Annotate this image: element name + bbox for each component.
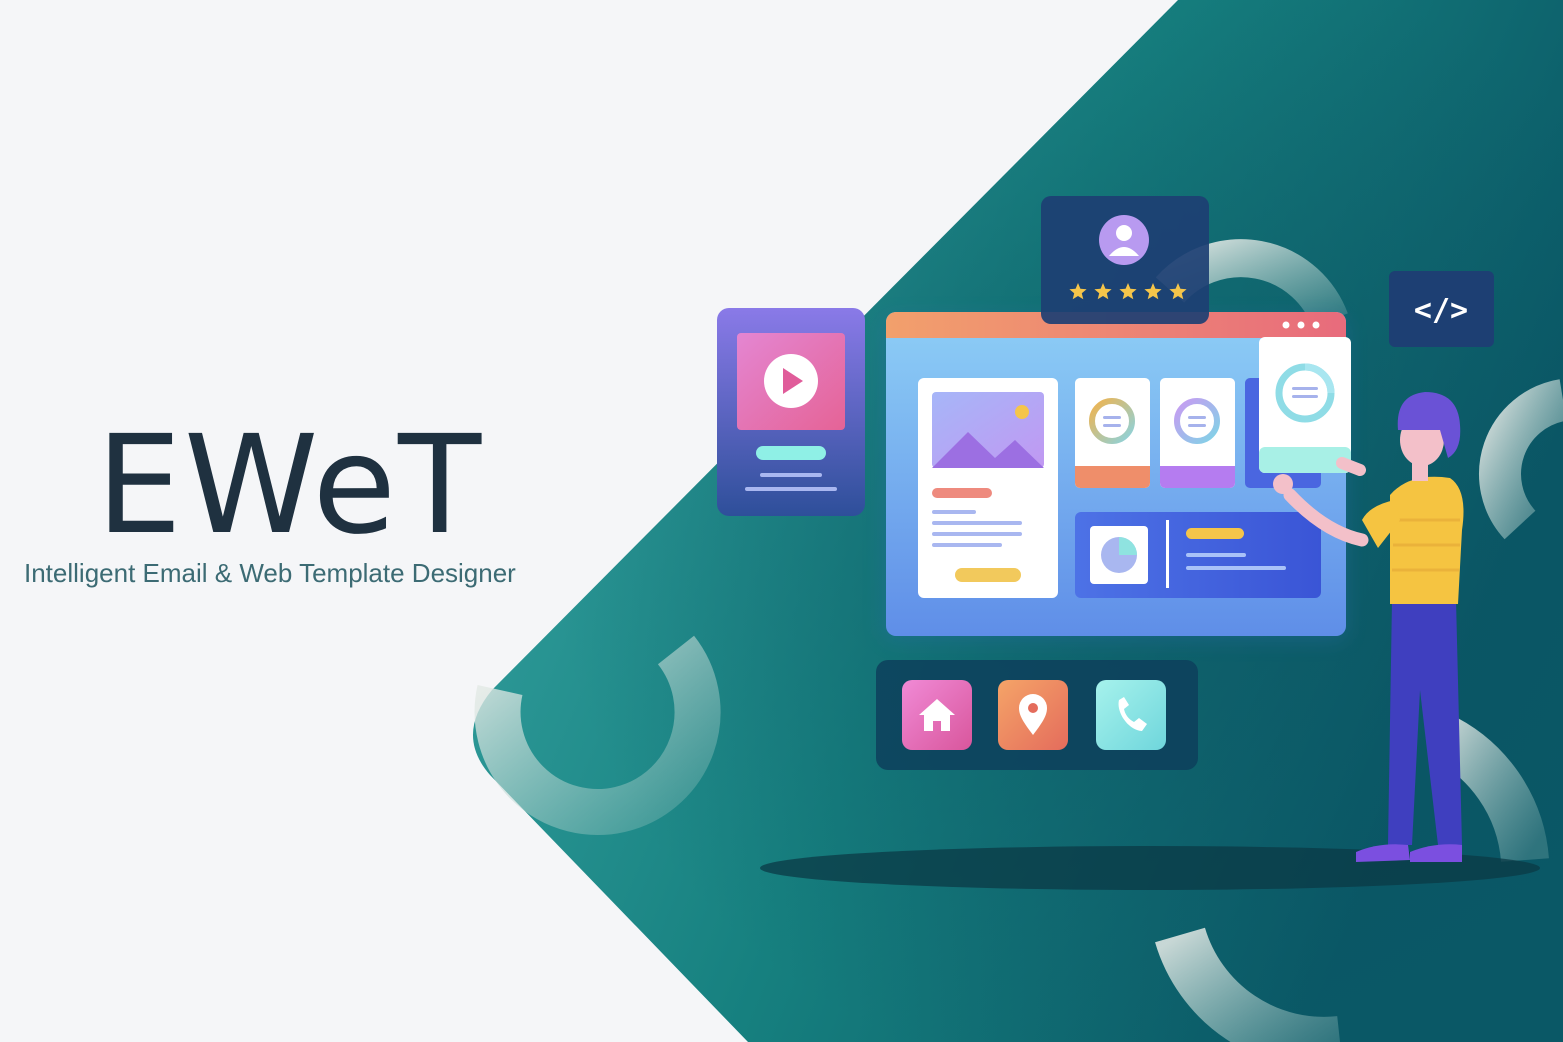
floating-chart-card bbox=[1259, 337, 1351, 473]
phone-icon bbox=[1096, 680, 1166, 750]
stat-card-1 bbox=[1075, 378, 1150, 488]
app-title: EWeT bbox=[96, 407, 484, 565]
app-icon-dock bbox=[876, 660, 1198, 770]
app-subtitle: Intelligent Email & Web Template Designe… bbox=[24, 558, 516, 588]
user-icon bbox=[1099, 215, 1149, 265]
article-card bbox=[918, 378, 1058, 598]
code-icon: </> bbox=[1414, 293, 1468, 328]
video-card bbox=[717, 308, 865, 516]
code-badge: </> bbox=[1389, 271, 1494, 347]
pie-summary-card bbox=[1075, 512, 1321, 598]
home-icon bbox=[902, 680, 972, 750]
pie-chart-icon bbox=[1101, 537, 1137, 573]
hero-banner: </> EWeT Intelligent Email & Web Templat… bbox=[0, 0, 1563, 1042]
profile-rating-card bbox=[1041, 196, 1209, 324]
location-pin-icon bbox=[998, 680, 1068, 750]
stat-card-2 bbox=[1160, 378, 1235, 488]
play-icon bbox=[764, 354, 818, 408]
